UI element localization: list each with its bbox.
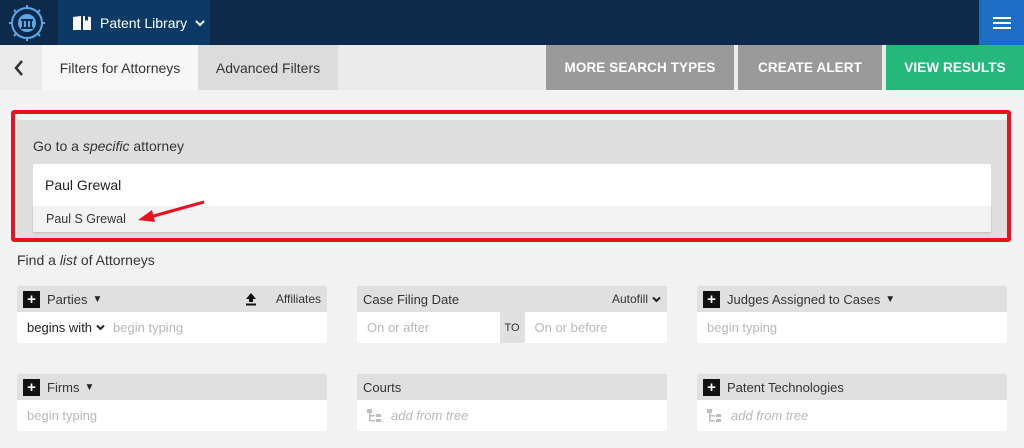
top-nav-bar: Patent Library [0,0,1024,45]
chevron-down-icon: ▼ [84,381,95,393]
menu-button[interactable] [979,0,1024,45]
library-label: Patent Library [100,14,188,31]
library-switcher[interactable]: Patent Library [58,0,210,45]
courts-tree-picker[interactable]: add from tree [357,400,667,431]
chevron-down-icon: ▼ [885,293,896,305]
date-to-separator: TO [499,312,525,343]
tab-filters-for-attorneys[interactable]: Filters for Attorneys [42,45,198,90]
parties-filter-header[interactable]: + Parties ▼ Affiliates [17,286,327,312]
back-button[interactable] [0,45,38,90]
patent-technologies-header[interactable]: + Patent Technologies [697,374,1007,400]
tree-icon [367,408,381,422]
hamburger-icon [992,16,1011,19]
affiliates-toggle[interactable]: Affiliates [244,286,321,312]
tab-advanced-filters[interactable]: Advanced Filters [198,45,338,90]
autofill-dropdown[interactable]: Autofill [612,286,661,312]
app-logo-icon[interactable] [0,0,54,45]
date-from-input[interactable]: On or after [357,312,500,343]
plus-icon[interactable]: + [23,378,40,396]
judges-input[interactable]: begin typing [697,312,1007,343]
book-icon [73,15,91,30]
parties-filter: + Parties ▼ Affiliates begins with begin… [17,286,327,343]
plus-icon[interactable]: + [703,290,720,308]
more-search-types-button[interactable]: MORE SEARCH TYPES [546,45,734,90]
case-filing-date-header: Case Filing Date Autofill [357,286,667,312]
firms-filter-header[interactable]: + Firms ▼ [17,374,327,400]
view-results-button[interactable]: VIEW RESULTS [886,45,1024,90]
courts-filter-header: Courts [357,374,667,400]
annotation-arrow-icon [138,200,205,222]
create-alert-button[interactable]: CREATE ALERT [738,45,882,90]
upload-icon [245,293,256,306]
judges-filter-header[interactable]: + Judges Assigned to Cases ▼ [697,286,1007,312]
parties-input[interactable]: begins with begin typing [17,312,327,343]
tree-icon [707,408,721,422]
firms-filter: + Firms ▼ begin typing [17,374,327,431]
chevron-left-icon [14,59,23,76]
date-to-input[interactable]: On or before [524,312,667,343]
case-filing-date-filter: Case Filing Date Autofill On or after TO… [357,286,667,343]
courts-filter: Courts add from tree [357,374,667,431]
firms-input[interactable]: begin typing [17,400,327,431]
plus-icon[interactable]: + [23,290,40,308]
chevron-down-icon [96,324,105,331]
technologies-tree-picker[interactable]: add from tree [697,400,1007,431]
tab-bar: Filters for Attorneys Advanced Filters M… [0,45,1024,90]
list-section-label: Find a list of Attorneys [17,252,155,268]
chevron-down-icon: ▼ [92,293,103,305]
plus-icon[interactable]: + [703,378,720,396]
chevron-down-icon [195,19,205,26]
chevron-down-icon [652,296,661,302]
patent-technologies-filter: + Patent Technologies add from tree [697,374,1007,431]
judges-filter: + Judges Assigned to Cases ▼ begin typin… [697,286,1007,343]
begins-with-select[interactable]: begins with [27,320,105,335]
date-range-row: On or after TO On or before [357,312,667,343]
